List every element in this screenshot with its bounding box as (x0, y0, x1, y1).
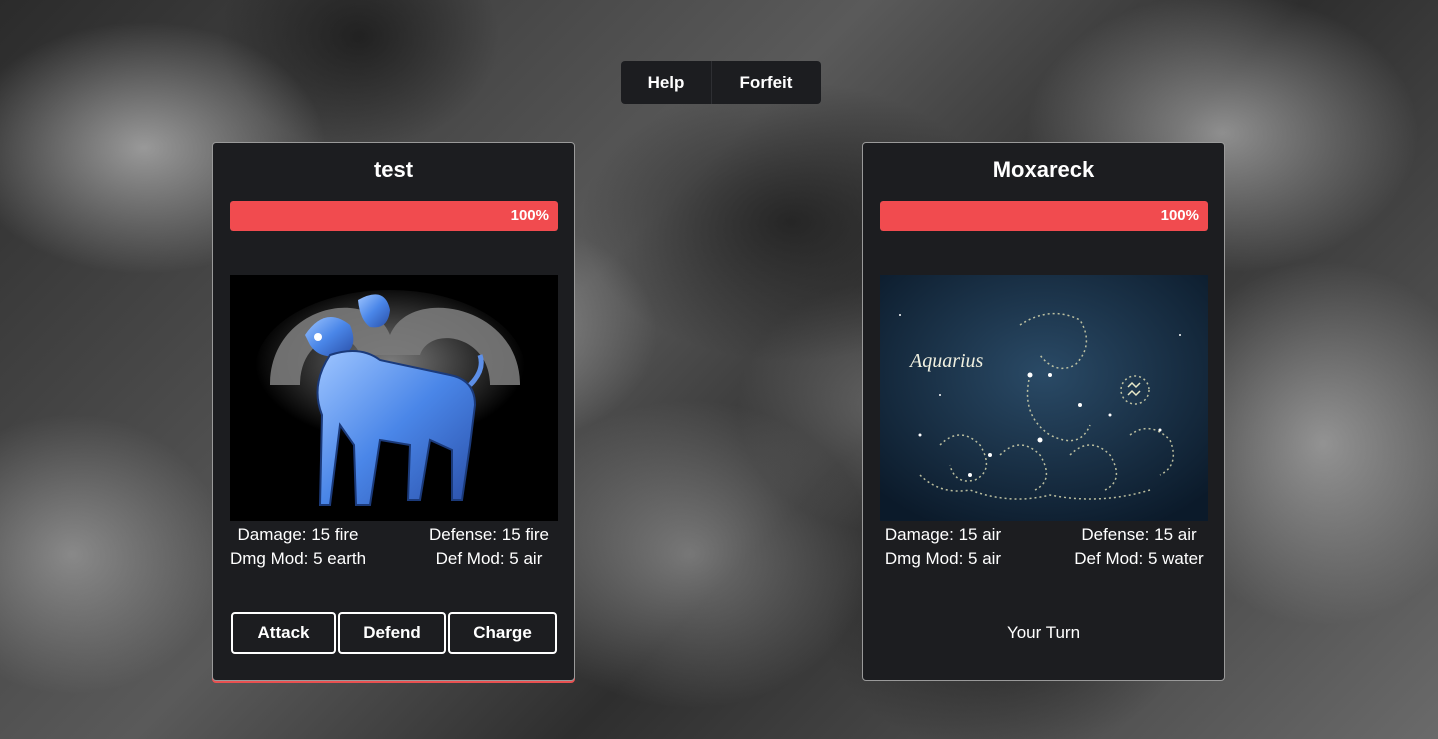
opponent-health-fill (880, 201, 1208, 231)
help-button[interactable]: Help (621, 61, 712, 104)
charge-button[interactable]: Charge (448, 612, 557, 654)
forfeit-button[interactable]: Forfeit (712, 61, 820, 104)
top-menu: Help Forfeit (621, 61, 821, 104)
action-buttons: Attack Defend Charge (231, 612, 557, 654)
player-health-fill (230, 201, 558, 231)
player-health-label: 100% (510, 207, 549, 224)
player-card: test 100% Damage: 15 fire Defense: 15 fi… (212, 142, 575, 681)
attack-button[interactable]: Attack (231, 612, 336, 654)
player-damage-stat: Damage: 15 fire (237, 525, 359, 544)
opponent-def-mod-stat: Def Mod: 5 water (1074, 549, 1204, 568)
player-name: test (373, 157, 414, 182)
opponent-health-label: 100% (1160, 207, 1199, 224)
turn-status: Your Turn (1006, 623, 1081, 642)
portrait-caption: Aquarius (908, 350, 984, 372)
defend-button[interactable]: Defend (338, 612, 446, 654)
player-defense-stat: Defense: 15 fire (428, 525, 549, 544)
player-health-bar: 100% (230, 201, 558, 231)
opponent-card: Moxareck 100% Aquarius Damage: 15 air De… (862, 142, 1225, 681)
player-stats: Damage: 15 fire Defense: 15 fire Dmg Mod… (223, 523, 564, 571)
opponent-stats: Damage: 15 air Defense: 15 air Dmg Mod: … (873, 523, 1214, 571)
opponent-health-bar: 100% (880, 201, 1208, 231)
opponent-damage-stat: Damage: 15 air (884, 525, 1002, 544)
aries-ram-icon (230, 275, 558, 521)
opponent-defense-stat: Defense: 15 air (1081, 525, 1197, 544)
player-dmg-mod-stat: Dmg Mod: 5 earth (229, 549, 367, 568)
opponent-dmg-mod-stat: Dmg Mod: 5 air (884, 549, 1002, 568)
player-def-mod-stat: Def Mod: 5 air (435, 549, 543, 568)
opponent-name: Moxareck (992, 157, 1095, 182)
aquarius-constellation-icon: Aquarius (880, 275, 1208, 521)
